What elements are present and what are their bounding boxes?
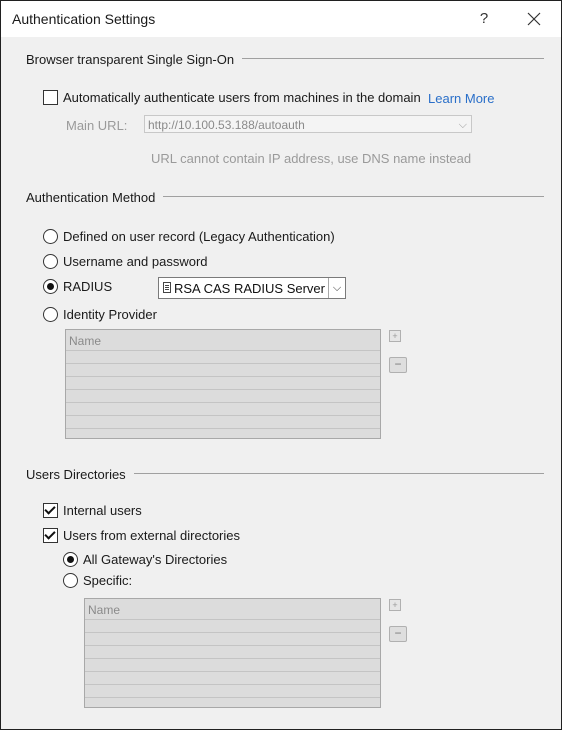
specific-remove-button[interactable]: −: [389, 626, 407, 642]
radio-all-gateway-directories[interactable]: [63, 552, 78, 567]
close-button[interactable]: [519, 7, 549, 31]
users-directories-section-title: Users Directories: [26, 467, 134, 482]
url-warning-text: URL cannot contain IP address, use DNS n…: [151, 151, 472, 166]
table-row-divider: [66, 428, 380, 429]
auto-auth-label: Automatically authenticate users from ma…: [63, 90, 421, 105]
specific-add-button[interactable]: +: [389, 599, 401, 611]
radio-legacy-auth[interactable]: [43, 229, 58, 244]
dialog-content: Browser transparent Single Sign-On Autom…: [4, 37, 556, 727]
table-row-divider: [85, 645, 380, 646]
table-row-divider: [66, 389, 380, 390]
idp-add-button[interactable]: +: [389, 330, 401, 342]
radio-username-password[interactable]: [43, 254, 58, 269]
chevron-down-icon: ⌵: [458, 119, 467, 131]
table-row-divider: [85, 671, 380, 672]
table-row-divider: [66, 350, 380, 351]
authentication-settings-dialog: Authentication Settings ? Browser transp…: [0, 0, 562, 730]
table-row-divider: [66, 363, 380, 364]
radio-specific-directories[interactable]: [63, 573, 78, 588]
table-row-divider: [85, 697, 380, 698]
specific-table-header-name: Name: [88, 603, 121, 617]
table-row-divider: [85, 619, 380, 620]
radio-identity-provider[interactable]: [43, 307, 58, 322]
close-icon: [527, 12, 541, 26]
title-bar: Authentication Settings ?: [1, 1, 561, 37]
internal-users-label: Internal users: [63, 503, 142, 518]
dialog-title: Authentication Settings: [12, 11, 156, 27]
main-url-value: http://10.100.53.188/autoauth: [148, 118, 305, 132]
username-password-label: Username and password: [63, 254, 208, 269]
server-icon: [163, 282, 171, 293]
radius-server-value: RSA CAS RADIUS Server: [174, 281, 325, 296]
radius-server-select[interactable]: RSA CAS RADIUS Server ⌵: [158, 277, 346, 299]
table-row-divider: [85, 684, 380, 685]
table-row-divider: [66, 415, 380, 416]
auto-auth-checkbox[interactable]: [43, 90, 58, 105]
idp-table-header-name: Name: [69, 334, 102, 348]
specific-directories-table[interactable]: Name: [84, 598, 381, 708]
idp-remove-button[interactable]: −: [389, 357, 407, 373]
table-row-divider: [85, 658, 380, 659]
learn-more-link[interactable]: Learn More: [428, 91, 494, 106]
table-row-divider: [66, 376, 380, 377]
table-row-divider: [85, 632, 380, 633]
legacy-auth-label: Defined on user record (Legacy Authentic…: [63, 229, 335, 244]
chevron-down-icon[interactable]: ⌵: [328, 278, 345, 298]
radio-radius[interactable]: [43, 279, 58, 294]
specific-directories-label: Specific:: [83, 573, 133, 588]
main-url-label: Main URL:: [66, 118, 128, 133]
identity-provider-label: Identity Provider: [63, 307, 157, 322]
main-url-field[interactable]: http://10.100.53.188/autoauth ⌵: [144, 115, 472, 133]
radius-label: RADIUS: [63, 279, 113, 294]
table-row-divider: [66, 402, 380, 403]
external-directories-label: Users from external directories: [63, 528, 240, 543]
internal-users-checkbox[interactable]: [43, 503, 58, 518]
all-gateway-directories-label: All Gateway's Directories: [83, 552, 228, 567]
external-directories-checkbox[interactable]: [43, 528, 58, 543]
sso-section-title: Browser transparent Single Sign-On: [26, 52, 243, 67]
auth-method-section-title: Authentication Method: [26, 190, 164, 205]
identity-provider-table[interactable]: Name: [65, 329, 381, 439]
help-button[interactable]: ?: [469, 7, 499, 31]
